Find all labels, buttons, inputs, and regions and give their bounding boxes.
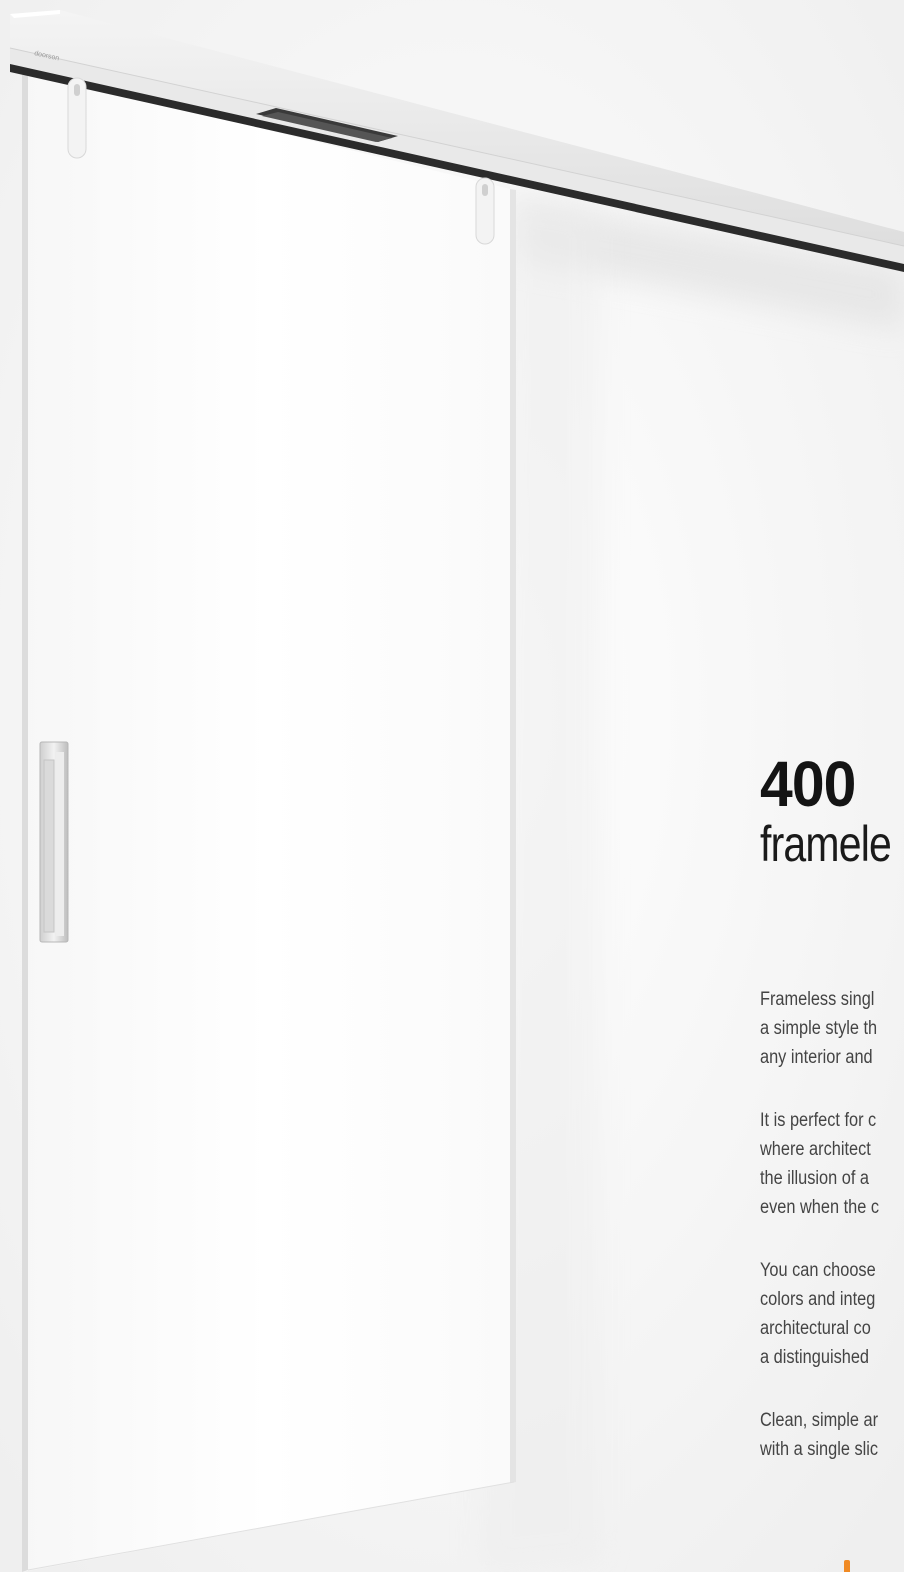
description-line: colors and integ: [760, 1289, 876, 1310]
description-line: Frameless singl: [760, 989, 875, 1010]
description-line: Clean, simple ar: [760, 1410, 879, 1431]
door-hanger-left: [67, 77, 87, 159]
description-line: It is perfect for c: [760, 1110, 877, 1131]
description-line: where architect: [760, 1139, 871, 1160]
door-handle: [39, 741, 69, 943]
description-line: any interior and: [760, 1047, 873, 1068]
accent-logo-mark: [844, 1560, 850, 1572]
product-subtitle: framele: [760, 816, 892, 872]
description-line: a distinguished: [760, 1347, 870, 1368]
description-line: You can choose: [760, 1260, 876, 1281]
description-line: with a single slic: [760, 1439, 879, 1460]
description-paragraph-1: Frameless singl a simple style th any in…: [760, 985, 904, 1072]
door-hanger-right: [475, 177, 495, 245]
description-line: a simple style th: [760, 1018, 878, 1039]
door-panel: [22, 70, 516, 1572]
description-paragraph-3: You can choose colors and integ architec…: [760, 1256, 904, 1372]
description-paragraph-2: It is perfect for c where architect the …: [760, 1106, 904, 1222]
description-line: the illusion of a: [760, 1168, 870, 1189]
product-title: 400: [760, 748, 856, 820]
product-description: Frameless singl a simple style th any in…: [760, 985, 904, 1498]
description-paragraph-4: Clean, simple ar with a single slic: [760, 1406, 904, 1464]
description-line: architectural co: [760, 1318, 871, 1339]
description-line: even when the c: [760, 1197, 880, 1218]
